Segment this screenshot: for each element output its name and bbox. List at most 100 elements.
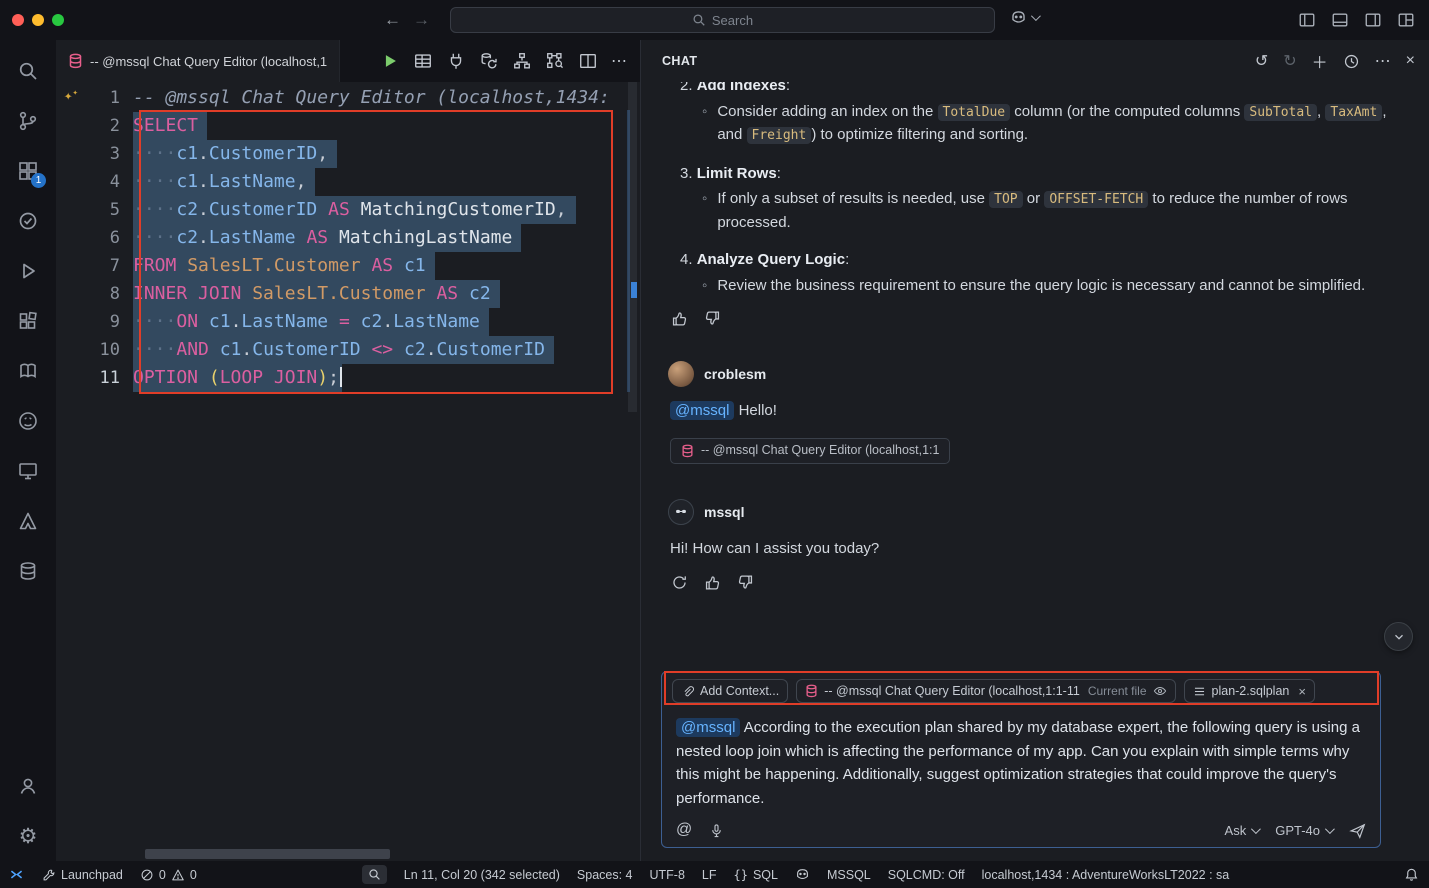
plan-file-context-chip[interactable]: plan-2.sqlplan × (1184, 679, 1315, 703)
thumbs-down-icon[interactable] (704, 310, 721, 327)
activity-remote-explorer[interactable]: 1 (4, 146, 52, 196)
code-line[interactable]: 6····c2.LastName AS MatchingLastName (56, 224, 640, 252)
copilot-icon (795, 867, 810, 882)
activity-azure[interactable] (4, 496, 52, 546)
mention-chip[interactable]: @mssql (670, 401, 734, 420)
text-cursor (340, 367, 342, 387)
activity-search[interactable] (4, 46, 52, 96)
activity-run-debug[interactable] (4, 246, 52, 296)
eol-indicator[interactable]: LF (702, 868, 717, 882)
code-line[interactable]: 11OPTION (LOOP JOIN); (56, 364, 640, 392)
thumbs-up-icon[interactable] (704, 574, 721, 591)
add-context-button[interactable]: Add Context... (672, 679, 788, 703)
activity-database[interactable] (4, 546, 52, 596)
undo-icon[interactable]: ↺ (1255, 51, 1268, 71)
code-line[interactable]: 1-- @mssql Chat Query Editor (localhost,… (56, 84, 640, 112)
more-actions-icon[interactable]: ⋯ (611, 51, 628, 71)
copilot-menu-button[interactable] (1010, 9, 1038, 26)
remote-indicator[interactable] (8, 866, 25, 883)
code-line[interactable]: 2SELECT (56, 112, 640, 140)
results-grid-icon[interactable] (413, 51, 433, 71)
toggle-secondary-sidebar-icon[interactable] (1364, 11, 1382, 29)
thumbs-down-icon[interactable] (737, 574, 754, 591)
remove-context-icon[interactable]: × (1298, 684, 1306, 699)
scroll-to-bottom-button[interactable] (1384, 622, 1413, 651)
close-icon[interactable]: × (1406, 52, 1415, 70)
back-button[interactable]: ← (384, 10, 401, 30)
code-line[interactable]: 7FROM SalesLT.Customer AS c1 (56, 252, 640, 280)
notifications-bell[interactable] (1404, 867, 1419, 882)
toggle-primary-sidebar-icon[interactable] (1298, 11, 1316, 29)
database-icon (17, 560, 39, 582)
activity-source-control[interactable] (4, 96, 52, 146)
thumbs-up-icon[interactable] (671, 310, 688, 327)
remote-icon (8, 866, 25, 883)
change-connection-icon[interactable] (479, 51, 499, 71)
source-control-icon (17, 110, 39, 132)
activity-extensions[interactable] (4, 296, 52, 346)
minimize-window-button[interactable] (32, 14, 44, 26)
send-icon[interactable] (1349, 822, 1366, 839)
code-line[interactable]: 5····c2.CustomerID AS MatchingCustomerID… (56, 196, 640, 224)
copilot-sparkle-icon[interactable]: ✦✦ (64, 88, 78, 104)
book-icon (17, 360, 39, 382)
forward-button[interactable]: → (413, 10, 430, 30)
editor-horizontal-scrollbar[interactable] (145, 849, 390, 859)
current-file-context-chip[interactable]: -- @mssql Chat Query Editor (localhost,1… (796, 679, 1175, 703)
code-line[interactable]: 3····c1.CustomerID, (56, 140, 640, 168)
activity-github[interactable] (4, 396, 52, 446)
chevron-down-icon (1251, 824, 1261, 834)
history-icon[interactable] (1343, 53, 1360, 70)
copilot-status[interactable] (795, 867, 810, 882)
editor-tab-bar: -- @mssql Chat Query Editor (localhost,1… (56, 40, 640, 82)
redo-icon[interactable]: ↻ (1283, 51, 1296, 71)
encoding-indicator[interactable]: UTF-8 (650, 868, 685, 882)
run-query-button[interactable] (380, 51, 400, 71)
chat-panel-title: CHAT (662, 54, 697, 68)
connection-status[interactable]: localhost,1434 : AdventureWorksLT2022 : … (982, 868, 1230, 882)
editor-vertical-scrollbar[interactable] (626, 82, 640, 847)
mention-picker-icon[interactable]: @ (676, 821, 692, 839)
mssql-avatar (668, 499, 694, 525)
problems-indicator[interactable]: 0 0 (140, 868, 197, 882)
assistant-response-list: 2. Add Indexes:◦Consider adding an index… (668, 82, 1403, 297)
activity-testing[interactable] (4, 196, 52, 246)
model-picker-dropdown[interactable]: GPT-4o (1275, 823, 1332, 838)
eye-icon[interactable] (1153, 684, 1167, 698)
chat-mode-dropdown[interactable]: Ask (1225, 823, 1259, 838)
launchpad-button[interactable]: Launchpad (42, 868, 123, 882)
activity-accounts[interactable] (4, 761, 52, 811)
indentation-indicator[interactable]: Spaces: 4 (577, 868, 633, 882)
schema-designer-icon[interactable] (512, 51, 532, 71)
cursor-position[interactable]: Ln 11, Col 20 (342 selected) (404, 868, 560, 882)
code-line[interactable]: 10····AND c1.CustomerID <> c2.CustomerID (56, 336, 640, 364)
search-icon (17, 60, 39, 82)
zoom-window-button[interactable] (52, 14, 64, 26)
language-mode[interactable]: {}SQL (734, 868, 778, 882)
disconnect-icon[interactable] (446, 51, 466, 71)
microphone-icon[interactable] (709, 823, 724, 838)
chat-input-text[interactable]: @mssql According to the execution plan s… (672, 705, 1370, 818)
split-editor-icon[interactable] (578, 51, 598, 71)
command-center-search[interactable]: Search (450, 7, 995, 33)
estimated-plan-icon[interactable] (545, 51, 565, 71)
code-line[interactable]: 9····ON c1.LastName = c2.LastName (56, 308, 640, 336)
regenerate-icon[interactable] (671, 574, 688, 591)
sqlcmd-status[interactable]: SQLCMD: Off (888, 868, 965, 882)
mssql-provider[interactable]: MSSQL (827, 868, 871, 882)
new-chat-icon[interactable]: ＋ (1312, 49, 1328, 73)
code-line[interactable]: 4····c1.LastName, (56, 168, 640, 196)
code-editor[interactable]: ✦✦ 1-- @mssql Chat Query Editor (localho… (56, 82, 640, 861)
more-actions-icon[interactable]: ⋯ (1375, 51, 1391, 71)
code-line[interactable]: 8INNER JOIN SalesLT.Customer AS c2 (56, 280, 640, 308)
editor-tab[interactable]: -- @mssql Chat Query Editor (localhost,1 (56, 40, 340, 82)
toggle-panel-icon[interactable] (1331, 11, 1349, 29)
chat-input-toolbar: @ Ask GPT-4o (672, 818, 1370, 839)
activity-docs[interactable] (4, 346, 52, 396)
activity-screens[interactable] (4, 446, 52, 496)
customize-layout-icon[interactable] (1397, 11, 1415, 29)
zoom-indicator[interactable] (362, 865, 387, 884)
activity-settings[interactable]: ⚙ (4, 811, 52, 861)
close-window-button[interactable] (12, 14, 24, 26)
attached-file-chip[interactable]: -- @mssql Chat Query Editor (localhost,1… (670, 438, 950, 464)
